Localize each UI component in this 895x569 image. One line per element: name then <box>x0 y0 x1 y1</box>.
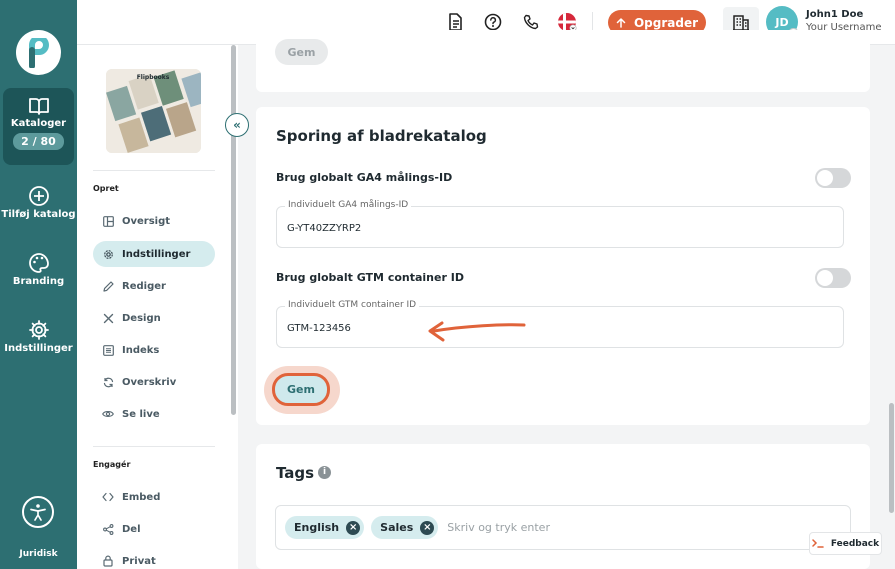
accessibility-icon <box>30 504 46 521</box>
subnav-item-label: Design <box>122 312 161 324</box>
tags-card: Tags i English × Sales × Skriv og tryk ent… <box>256 444 870 569</box>
help-icon[interactable] <box>483 12 503 32</box>
gear-icon <box>28 320 49 340</box>
plus-circle-icon <box>28 186 49 206</box>
section-heading-engager: Engagér <box>93 460 131 469</box>
phone-icon[interactable] <box>521 12 541 32</box>
code-icon <box>102 491 114 503</box>
gtm-toggle-label: Brug globalt GTM container ID <box>276 271 464 284</box>
app-logo[interactable] <box>16 30 61 75</box>
subnav-item-privat[interactable]: Privat <box>93 548 215 569</box>
refresh-icon <box>102 376 114 388</box>
subnav-item-se-live[interactable]: Se live <box>93 401 215 427</box>
sidebar-item-label: Indstillinger <box>4 343 73 354</box>
settings-card-previous: Gem <box>256 30 870 92</box>
subnav-item-oversigt[interactable]: Oversigt <box>93 208 215 234</box>
palette-icon <box>28 253 49 273</box>
accessibility-button[interactable] <box>22 496 54 528</box>
info-icon[interactable]: i <box>318 466 331 479</box>
share-icon <box>102 523 114 535</box>
subnav-item-label: Privat <box>122 555 156 567</box>
building-icon <box>733 15 749 31</box>
close-icon[interactable]: × <box>420 520 435 535</box>
subnav-item-overskriv[interactable]: Overskriv <box>93 369 215 395</box>
subnav-item-embed[interactable]: Embed <box>93 484 215 510</box>
tracking-card: Sporing af bladrekatalog Brug globalt GA… <box>256 107 870 425</box>
feedback-button[interactable]: Feedback <box>809 532 882 555</box>
document-icon[interactable] <box>445 12 465 32</box>
collapse-sidebar-button[interactable]: « <box>225 113 249 137</box>
close-icon[interactable]: × <box>346 520 361 535</box>
subnav-item-label: Embed <box>122 491 161 503</box>
arrow-up-icon <box>616 17 626 28</box>
subnav-item-indeks[interactable]: Indeks <box>93 337 215 363</box>
tags-input[interactable]: English × Sales × Skriv og tryk enter <box>275 505 851 550</box>
layout-icon <box>102 215 114 227</box>
pencil-icon <box>102 280 114 292</box>
field-label: Individuelt GA4 målings-ID <box>285 200 412 210</box>
main-sidebar: Kataloger 2 / 80 Tilføj katalog Branding… <box>0 0 77 569</box>
section-heading-opret: Opret <box>93 184 119 193</box>
catalog-thumbnail[interactable]: Flipbooks <box>106 69 201 153</box>
field-label: Individuelt GTM container ID <box>285 300 420 310</box>
subnav-item-indstillinger[interactable]: Indstillinger <box>93 241 215 267</box>
legal-link[interactable]: Juridisk <box>0 549 77 559</box>
upgrade-label: Opgrader <box>633 15 699 30</box>
tags-placeholder[interactable]: Skriv og tryk enter <box>447 521 550 534</box>
subnav-item-label: Del <box>122 523 141 535</box>
tag-chip: Sales × <box>371 516 439 539</box>
save-button[interactable]: Gem <box>272 373 330 406</box>
sidebar-item-indstillinger[interactable]: Indstillinger <box>0 319 77 354</box>
subnav-scrollbar[interactable] <box>231 45 236 415</box>
save-button-disabled[interactable]: Gem <box>275 39 328 65</box>
double-chevron-left-icon: « <box>233 118 241 132</box>
list-icon <box>102 344 114 356</box>
main-scrollbar[interactable] <box>889 403 894 513</box>
gtm-id-value[interactable]: GTM-123456 <box>287 323 351 334</box>
lock-icon <box>102 555 114 567</box>
gear-icon <box>102 248 114 260</box>
catalog-counter-badge: 2 / 80 <box>13 133 64 150</box>
subnav-item-label: Rediger <box>122 280 166 292</box>
subnav-item-label: Oversigt <box>122 215 171 227</box>
sidebar-item-branding[interactable]: Branding <box>0 252 77 287</box>
tag-label: English <box>294 521 340 534</box>
user-name: John1 Doe <box>806 9 864 20</box>
ga4-toggle-label: Brug globalt GA4 målings-ID <box>276 171 453 184</box>
sidebar-item-add-catalog[interactable]: Tilføj katalog <box>0 185 77 220</box>
subnav-item-design[interactable]: Design <box>93 305 215 331</box>
ga4-global-toggle[interactable] <box>815 168 851 188</box>
danish-flag-icon[interactable] <box>557 12 577 32</box>
sidebar-item-kataloger[interactable]: Kataloger 2 / 80 <box>3 88 74 165</box>
sidebar-item-label: Branding <box>12 276 65 287</box>
catalog-subnav: Flipbooks Opret Oversigt Indstillinger R… <box>77 45 238 569</box>
thumbnail-title: Flipbooks <box>137 74 170 81</box>
tag-label: Sales <box>380 521 414 534</box>
tools-icon <box>102 312 114 324</box>
card-title: Sporing af bladrekatalog <box>276 127 487 145</box>
sidebar-item-label: Kataloger <box>10 118 67 129</box>
ga4-id-value[interactable]: G-YT40ZZYRP2 <box>287 223 361 234</box>
gtm-id-field[interactable]: Individuelt GTM container ID GTM-123456 <box>276 300 844 348</box>
book-open-icon <box>28 98 49 115</box>
gtm-global-toggle[interactable] <box>815 268 851 288</box>
subnav-item-rediger[interactable]: Rediger <box>93 273 215 299</box>
ga4-id-field[interactable]: Individuelt GA4 målings-ID G-YT40ZZYRP2 <box>276 200 844 248</box>
tag-chip: English × <box>285 516 365 539</box>
divider <box>93 170 215 171</box>
eye-icon <box>102 408 114 420</box>
subnav-item-label: Indeks <box>122 344 160 356</box>
subnav-item-label: Overskriv <box>122 376 177 388</box>
subnav-item-label: Se live <box>122 408 160 420</box>
sidebar-item-label: Tilføj katalog <box>1 209 76 220</box>
annotation-arrow <box>428 321 526 342</box>
divider <box>93 446 215 447</box>
subnav-item-label: Indstillinger <box>122 248 191 260</box>
feedback-label: Feedback <box>830 538 880 549</box>
feedback-icon <box>812 539 824 548</box>
card-title: Tags <box>276 464 315 482</box>
subnav-item-del[interactable]: Del <box>93 516 215 542</box>
